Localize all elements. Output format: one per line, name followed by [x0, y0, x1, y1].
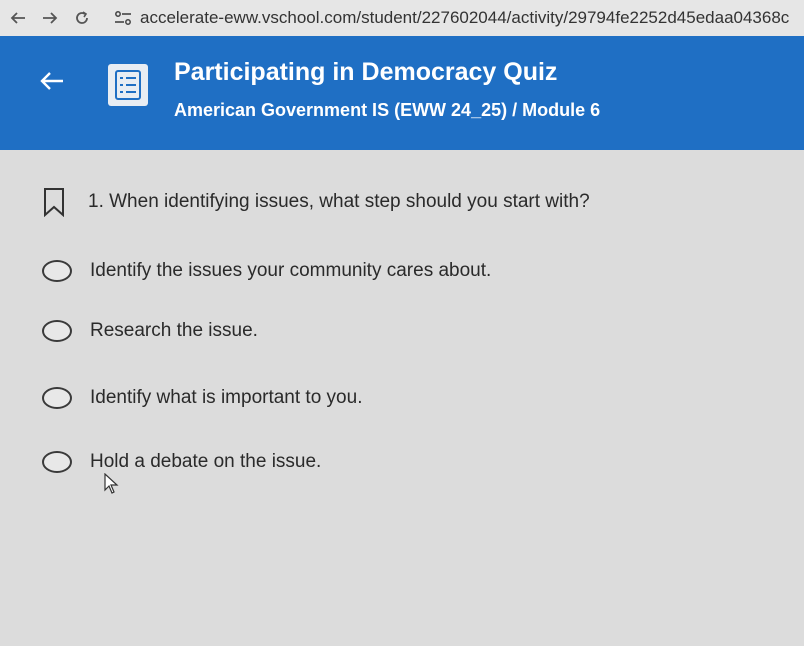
- answer-option[interactable]: Research the issue.: [40, 311, 740, 351]
- arrow-left-icon: [40, 72, 63, 90]
- answer-option[interactable]: Identify what is important to you.: [40, 378, 740, 418]
- page-title: Participating in Democracy Quiz: [174, 58, 558, 86]
- browser-toolbar: accelerate-eww.vschool.com/student/22760…: [0, 0, 804, 36]
- radio-button[interactable]: [42, 387, 72, 409]
- site-settings-icon[interactable]: [112, 7, 134, 29]
- question-row: 1. When identifying issues, what step sh…: [40, 182, 780, 222]
- answer-option-label: Hold a debate on the issue.: [90, 451, 322, 472]
- mouse-cursor-icon: [104, 473, 119, 494]
- answer-option[interactable]: Identify the issues your community cares…: [40, 251, 740, 291]
- question-text: 1. When identifying issues, what step sh…: [88, 191, 590, 212]
- answer-option-label: Identify what is important to you.: [90, 387, 363, 408]
- browser-back-button[interactable]: [2, 0, 34, 36]
- radio-button[interactable]: [42, 320, 72, 342]
- back-button[interactable]: [34, 66, 70, 96]
- course-breadcrumb: American Government IS (EWW 24_25) / Mod…: [174, 100, 601, 120]
- answer-option-label: Identify the issues your community cares…: [90, 260, 492, 281]
- browser-forward-button[interactable]: [34, 0, 66, 36]
- radio-button[interactable]: [42, 451, 72, 473]
- radio-button[interactable]: [42, 260, 72, 282]
- answer-option[interactable]: Hold a debate on the issue.: [40, 442, 740, 482]
- browser-reload-button[interactable]: [66, 0, 98, 36]
- quiz-header: Participating in Democracy Quiz American…: [0, 36, 804, 150]
- address-bar[interactable]: accelerate-eww.vschool.com/student/22760…: [140, 8, 804, 28]
- reload-icon: [76, 11, 88, 24]
- bookmark-icon[interactable]: [42, 187, 66, 217]
- arrow-right-icon: [43, 12, 58, 24]
- arrow-left-icon: [10, 12, 25, 24]
- answer-option-label: Research the issue.: [90, 320, 258, 341]
- quiz-list-icon: [108, 64, 148, 106]
